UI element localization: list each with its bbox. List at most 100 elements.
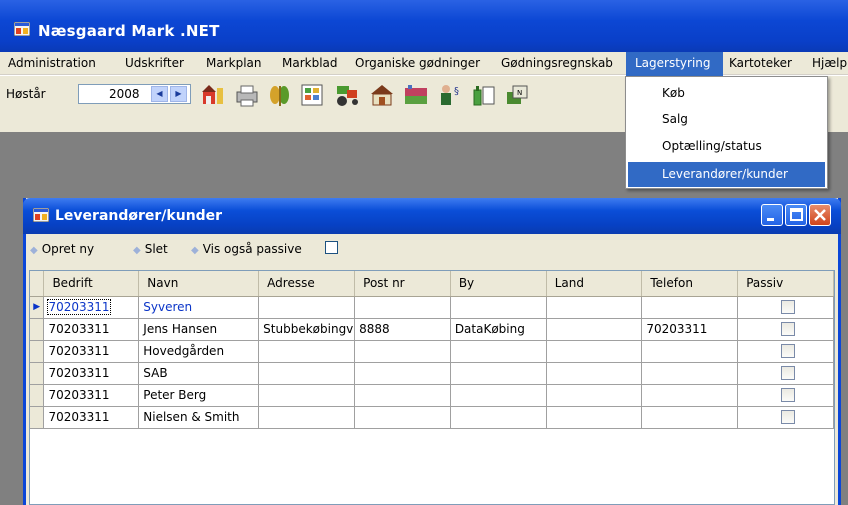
cell-post-nr[interactable]: 8888	[354, 318, 451, 341]
maximize-button[interactable]	[785, 204, 807, 226]
cell-by[interactable]	[450, 296, 547, 319]
menu-item-optaelling-status[interactable]: Optælling/status	[628, 134, 825, 159]
cell-land[interactable]	[546, 340, 643, 363]
menu-hjaelp[interactable]: Hjælp	[812, 55, 847, 74]
cell-navn[interactable]: Peter Berg	[138, 384, 260, 407]
passiv-checkbox[interactable]	[780, 410, 795, 424]
cell-adresse[interactable]	[258, 340, 356, 363]
cell-telefon[interactable]	[641, 340, 739, 363]
close-button[interactable]	[809, 204, 831, 226]
passiv-checkbox[interactable]	[780, 366, 795, 380]
cell-navn[interactable]: Hovedgården	[138, 340, 260, 363]
cell-adresse[interactable]	[258, 406, 356, 429]
passiv-checkbox[interactable]	[780, 388, 795, 402]
column-header-by[interactable]: By	[450, 271, 547, 297]
cell-navn[interactable]: Syveren	[138, 296, 260, 319]
new-button[interactable]: ◆ Opret ny	[30, 242, 94, 256]
cell-bedrift[interactable]: 70203311	[43, 340, 140, 363]
cell-by[interactable]	[450, 384, 547, 407]
cell-telefon[interactable]	[641, 406, 739, 429]
cell-bedrift[interactable]: 70203311	[43, 362, 140, 385]
cell-navn[interactable]: Jens Hansen	[138, 318, 260, 341]
cell-by[interactable]	[450, 362, 547, 385]
cell-telefon[interactable]: 70203311	[641, 318, 739, 341]
year-decrement-button[interactable]: ◀	[151, 86, 168, 102]
cell-land[interactable]	[546, 318, 643, 341]
cell-land[interactable]	[546, 384, 643, 407]
menu-organiske-godninger[interactable]: Organiske gødninger	[355, 55, 480, 74]
cell-post-nr[interactable]	[354, 384, 451, 407]
menu-markplan[interactable]: Markplan	[206, 55, 262, 74]
cell-bedrift[interactable]: 70203311	[43, 296, 140, 319]
fertilizer-icon[interactable]: N	[503, 82, 531, 108]
minimize-button[interactable]	[761, 204, 783, 226]
menu-administration[interactable]: Administration	[8, 55, 96, 74]
cell-passiv[interactable]	[737, 362, 834, 385]
passiv-checkbox[interactable]	[780, 322, 795, 336]
menu-item-salg[interactable]: Salg	[628, 107, 825, 132]
cell-passiv[interactable]	[737, 406, 834, 429]
passiv-checkbox[interactable]	[780, 344, 795, 358]
cell-by[interactable]	[450, 406, 547, 429]
cell-telefon[interactable]	[641, 296, 739, 319]
cell-land[interactable]	[546, 406, 643, 429]
column-header-land[interactable]: Land	[546, 271, 643, 297]
menu-item-leverandorer-kunder[interactable]: Leverandører/kunder	[628, 162, 825, 187]
menu-lagerstyring[interactable]: Lagerstyring	[626, 52, 723, 76]
cell-land[interactable]	[546, 296, 643, 319]
cell-by[interactable]	[450, 340, 547, 363]
table-row[interactable]: 70203311 Nielsen & Smith	[30, 406, 834, 429]
printer-icon[interactable]	[233, 82, 261, 108]
row-header[interactable]	[30, 362, 45, 385]
wheat-icon[interactable]	[266, 82, 294, 108]
cell-passiv[interactable]	[737, 318, 834, 341]
cell-post-nr[interactable]	[354, 406, 451, 429]
cell-post-nr[interactable]	[354, 296, 451, 319]
passiv-checkbox[interactable]	[780, 300, 795, 314]
row-header[interactable]	[30, 406, 45, 429]
menu-udskrifter[interactable]: Udskrifter	[125, 55, 184, 74]
menu-item-kob[interactable]: Køb	[628, 81, 825, 106]
cell-bedrift[interactable]: 70203311	[43, 384, 140, 407]
menu-godningsregnskab[interactable]: Gødningsregnskab	[501, 55, 613, 74]
cell-adresse[interactable]	[258, 362, 356, 385]
table-row[interactable]: 70203311 Peter Berg	[30, 384, 834, 407]
cell-navn[interactable]: SAB	[138, 362, 260, 385]
year-increment-button[interactable]: ▶	[170, 86, 187, 102]
table-row[interactable]: 70203311 SAB	[30, 362, 834, 385]
column-header-bedrift[interactable]: Bedrift	[43, 271, 140, 297]
table-row[interactable]: ▶ 70203311 Syveren	[30, 296, 834, 319]
farm-icon[interactable]	[200, 82, 228, 108]
cell-post-nr[interactable]	[354, 362, 451, 385]
cell-land[interactable]	[546, 362, 643, 385]
cell-navn[interactable]: Nielsen & Smith	[138, 406, 260, 429]
cell-bedrift[interactable]: 70203311	[43, 406, 140, 429]
cell-adresse[interactable]: Stubbekøbingv	[258, 318, 356, 341]
row-header[interactable]	[30, 384, 45, 407]
delete-button[interactable]: ◆ Slet	[133, 242, 168, 256]
cell-adresse[interactable]	[258, 296, 356, 319]
cell-telefon[interactable]	[641, 362, 739, 385]
field-sheet-icon[interactable]	[298, 82, 326, 108]
menu-kartoteker[interactable]: Kartoteker	[729, 55, 792, 74]
menu-markblad[interactable]: Markblad	[282, 55, 338, 74]
bottle-sheet-icon[interactable]	[470, 82, 498, 108]
field-map-icon[interactable]	[402, 82, 430, 108]
cell-telefon[interactable]	[641, 384, 739, 407]
row-header[interactable]	[30, 318, 45, 341]
cell-passiv[interactable]	[737, 384, 834, 407]
table-row[interactable]: 70203311 Jens Hansen Stubbekøbingv 8888 …	[30, 318, 834, 341]
column-header-post-nr[interactable]: Post nr	[354, 271, 451, 297]
person-paragraph-icon[interactable]: §	[436, 82, 464, 108]
cell-passiv[interactable]	[737, 340, 834, 363]
year-input[interactable]: 2008 ◀ ▶	[78, 84, 191, 104]
column-header-navn[interactable]: Navn	[138, 271, 260, 297]
cell-passiv[interactable]	[737, 296, 834, 319]
show-passive-button[interactable]: ◆ Vis også passive	[191, 242, 302, 256]
column-header-passiv[interactable]: Passiv	[737, 271, 834, 297]
cell-post-nr[interactable]	[354, 340, 451, 363]
column-header-telefon[interactable]: Telefon	[641, 271, 739, 297]
column-header-adresse[interactable]: Adresse	[258, 271, 356, 297]
barn-icon[interactable]	[368, 82, 396, 108]
cell-adresse[interactable]	[258, 384, 356, 407]
